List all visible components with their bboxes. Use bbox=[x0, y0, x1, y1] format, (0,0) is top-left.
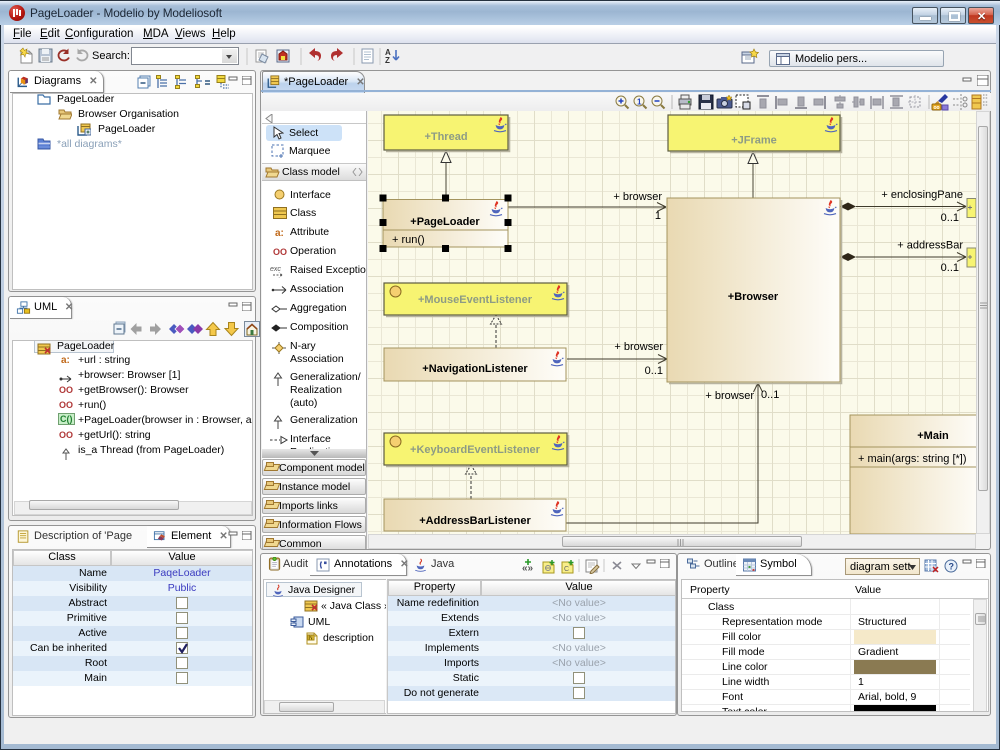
svg-text:1: 1 bbox=[637, 98, 642, 107]
svg-text:0..1: 0..1 bbox=[761, 389, 779, 401]
svg-text:+Browser: +Browser bbox=[728, 291, 779, 303]
svg-text:+ main(args: string [*]): + main(args: string [*]) bbox=[858, 453, 967, 465]
svg-text:+KeyboardEventListener: +KeyboardEventListener bbox=[410, 444, 541, 456]
svg-text:+MouseEventListener: +MouseEventListener bbox=[418, 294, 533, 306]
svg-text:exc: exc bbox=[270, 266, 281, 273]
svg-text:1: 1 bbox=[655, 210, 661, 222]
svg-text:+ browser: + browser bbox=[613, 191, 662, 203]
svg-text:+ run(): + run() bbox=[392, 234, 425, 246]
svg-text:+Thread: +Thread bbox=[424, 131, 467, 143]
svg-text:C: C bbox=[564, 566, 569, 573]
svg-text:?: ? bbox=[949, 562, 955, 572]
svg-text:0..1: 0..1 bbox=[941, 262, 959, 274]
svg-text:+ enclosingPane: + enclosingPane bbox=[881, 189, 963, 201]
svg-text:+ addressBar: + addressBar bbox=[897, 240, 963, 252]
svg-text:0..1: 0..1 bbox=[941, 212, 959, 224]
svg-text:0..1: 0..1 bbox=[645, 365, 663, 377]
svg-text:+PageLoader: +PageLoader bbox=[410, 216, 480, 228]
svg-text:+ browser: + browser bbox=[705, 390, 754, 402]
svg-text:Z: Z bbox=[385, 56, 390, 65]
svg-text:N: N bbox=[309, 636, 313, 642]
svg-text:+JFrame: +JFrame bbox=[731, 135, 777, 147]
svg-text:+AddressBarListener: +AddressBarListener bbox=[419, 515, 531, 527]
svg-text:+NavigationListener: +NavigationListener bbox=[422, 363, 528, 375]
svg-text:+ browser: + browser bbox=[614, 341, 663, 353]
svg-text:+Main: +Main bbox=[917, 430, 949, 442]
